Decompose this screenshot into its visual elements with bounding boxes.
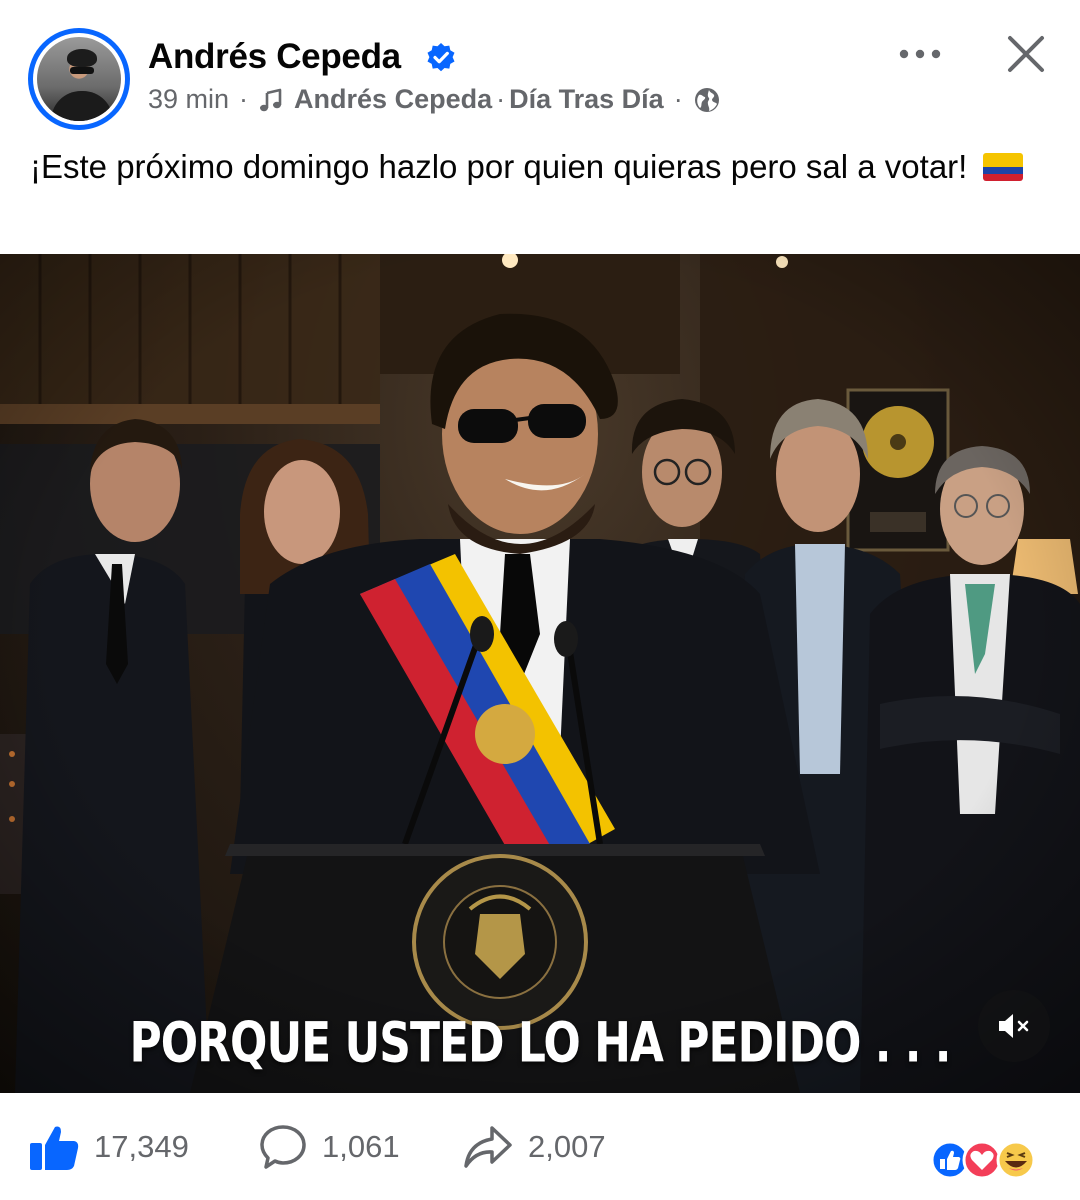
author-name[interactable]: Andrés Cepeda bbox=[148, 37, 401, 77]
globe-icon bbox=[694, 87, 719, 112]
post-time[interactable]: 39 min bbox=[148, 84, 229, 115]
verified-badge-icon bbox=[427, 43, 455, 72]
caption-text: ¡Este próximo domingo hazlo por quien qu… bbox=[30, 148, 968, 185]
like-button[interactable]: 17,349 bbox=[28, 1123, 189, 1171]
like-count: 17,349 bbox=[94, 1129, 189, 1164]
reactions-summary[interactable] bbox=[930, 1140, 1060, 1180]
more-options-icon[interactable] bbox=[897, 44, 943, 64]
comment-button[interactable]: 1,061 bbox=[258, 1123, 400, 1171]
share-icon bbox=[464, 1126, 512, 1168]
video-frame-illustration bbox=[0, 254, 1080, 1093]
share-count: 2,007 bbox=[528, 1129, 606, 1164]
like-icon bbox=[30, 1126, 79, 1170]
author-avatar[interactable] bbox=[28, 28, 130, 130]
post-footer: 17,349 1,061 2,007 bbox=[0, 1093, 1080, 1200]
comment-count: 1,061 bbox=[322, 1129, 400, 1164]
haha-reaction-icon bbox=[996, 1140, 1036, 1180]
mute-button[interactable] bbox=[978, 990, 1050, 1062]
colombia-flag-emoji bbox=[982, 153, 1023, 181]
post-video[interactable] bbox=[0, 254, 1080, 1093]
music-note-icon bbox=[260, 88, 282, 111]
comment-icon bbox=[260, 1125, 306, 1169]
post-meta: 39 min · Andrés Cepeda · Día Tras Día · bbox=[148, 84, 721, 115]
close-icon[interactable] bbox=[1005, 33, 1047, 75]
post-caption: ¡Este próximo domingo hazlo por quien qu… bbox=[30, 144, 1050, 189]
post-header: Andrés Cepeda 39 min · Andrés Cepeda · D… bbox=[0, 0, 1080, 140]
separator-dot: · bbox=[496, 84, 506, 114]
love-reaction-icon bbox=[962, 1140, 1002, 1180]
separator-dot: · bbox=[673, 84, 683, 114]
mute-icon bbox=[999, 1014, 1029, 1038]
audio-artist[interactable]: Andrés Cepeda bbox=[294, 84, 492, 115]
share-button[interactable]: 2,007 bbox=[462, 1123, 606, 1171]
video-overlay-text: PORQUE USTED LO HA PEDIDO . . . bbox=[129, 1011, 952, 1076]
separator-dot: · bbox=[239, 84, 249, 114]
audio-song[interactable]: Día Tras Día bbox=[509, 84, 664, 115]
